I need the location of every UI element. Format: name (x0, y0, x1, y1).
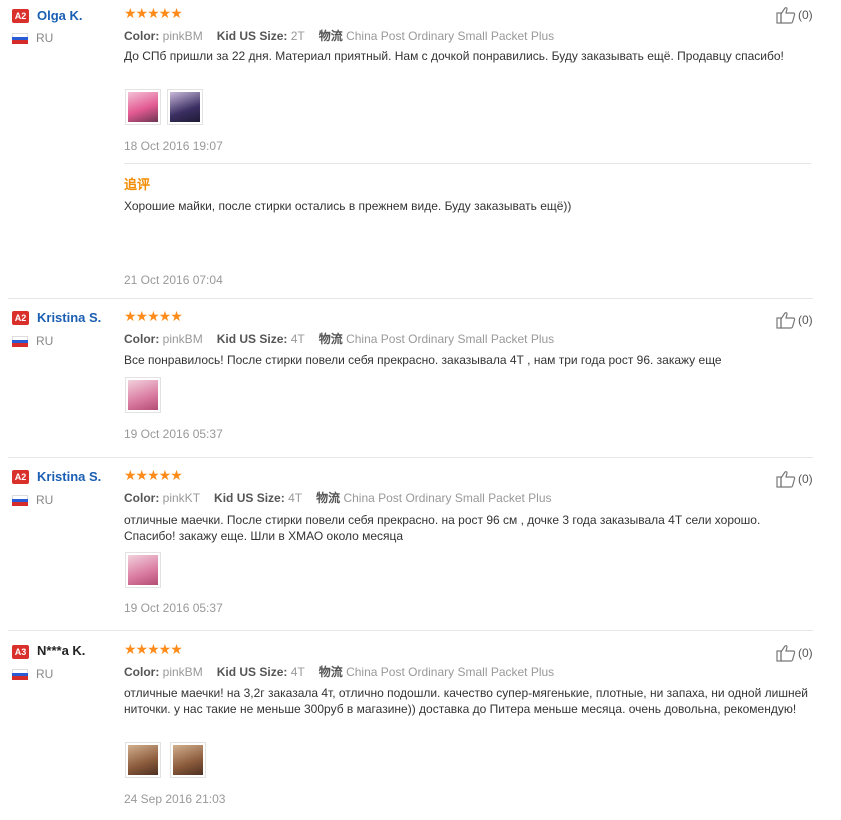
size-value: 4T (288, 491, 303, 505)
buyer-level-badge: A3 (12, 645, 29, 659)
russia-flag-icon (12, 336, 28, 347)
reviewer-name: N***a K. (37, 643, 86, 658)
color-label: Color: (124, 29, 160, 43)
order-info: Color: pinkBM Kid US Size: 4T 物流 China Pos… (124, 663, 554, 680)
shipping-value: China Post Ordinary Small Packet Plus (346, 665, 555, 679)
shipping-value: China Post Ordinary Small Packet Plus (346, 29, 555, 43)
review-date: 18 Oct 2016 19:07 (124, 139, 223, 153)
thumbs-up-icon (776, 312, 796, 329)
review-date: 19 Oct 2016 05:37 (124, 601, 223, 615)
size-label: Kid US Size: (216, 29, 288, 43)
review-photo-thumbnail[interactable] (125, 552, 161, 588)
reviewer-country: RU (36, 667, 54, 681)
shipping-label: 物流 (318, 332, 343, 346)
review-photo-thumbnail[interactable] (170, 742, 206, 778)
review-photo-thumbnail[interactable] (125, 742, 161, 778)
thumbs-up-icon (776, 645, 796, 662)
size-label: Kid US Size: (216, 665, 288, 679)
size-value: 2T (290, 29, 305, 43)
review-item: A2 Olga K. RU ★★★★★ Color: pinkBM Kid US … (0, 0, 841, 298)
size-value: 4T (290, 665, 305, 679)
shipping-value: China Post Ordinary Small Packet Plus (346, 332, 555, 346)
shipping-value: China Post Ordinary Small Packet Plus (343, 491, 552, 505)
helpful-button[interactable]: (0) (776, 470, 813, 488)
color-label: Color: (124, 332, 160, 346)
review-text: отличные маечки! на 3,2г заказала 4т, от… (124, 686, 808, 716)
helpful-button[interactable]: (0) (776, 644, 813, 662)
order-info: Color: pinkKT Kid US Size: 4T 物流 China Pos… (124, 489, 552, 506)
shipping-label: 物流 (316, 491, 341, 505)
color-label: Color: (124, 491, 160, 505)
reviewer-country: RU (36, 493, 54, 507)
review-item: A2 Kristina S. RU ★★★★★ Color: pinkKT Kid… (0, 459, 841, 629)
star-rating: ★★★★★ (124, 641, 183, 657)
review-item: A2 Kristina S. RU ★★★★★ Color: pinkBM Kid… (0, 300, 841, 456)
helpful-count: (0) (798, 646, 813, 660)
review-text: Все понравилось! После стирки повели себ… (124, 353, 722, 367)
review-photo-thumbnail[interactable] (167, 89, 203, 125)
russia-flag-icon (12, 669, 28, 680)
review-date: 19 Oct 2016 05:37 (124, 427, 223, 441)
reviewer-country: RU (36, 334, 54, 348)
color-label: Color: (124, 665, 160, 679)
star-rating: ★★★★★ (124, 467, 183, 483)
helpful-button[interactable]: (0) (776, 311, 813, 329)
helpful-count: (0) (798, 313, 813, 327)
thumbs-up-icon (776, 7, 796, 24)
review-text: До СПб пришли за 22 дня. Материал приятн… (124, 49, 784, 63)
color-value: pinkKT (162, 491, 201, 505)
divider (124, 163, 811, 164)
followup-label: 追评 (124, 177, 151, 192)
helpful-count: (0) (798, 472, 813, 486)
order-info: Color: pinkBM Kid US Size: 2T 物流 China Pos… (124, 27, 554, 44)
review-date: 24 Sep 2016 21:03 (124, 792, 226, 806)
helpful-count: (0) (798, 8, 813, 22)
russia-flag-icon (12, 495, 28, 506)
size-label: Kid US Size: (214, 491, 285, 505)
shipping-label: 物流 (318, 665, 343, 679)
followup-text: Хорошие майки, после стирки остались в п… (124, 199, 572, 213)
star-rating: ★★★★★ (124, 5, 183, 21)
buyer-level-badge: A2 (12, 9, 29, 23)
helpful-button[interactable]: (0) (776, 6, 813, 24)
review-divider (8, 298, 813, 299)
reviewer-country: RU (36, 31, 54, 45)
buyer-level-badge: A2 (12, 311, 29, 325)
followup-date: 21 Oct 2016 07:04 (124, 273, 223, 287)
review-photo-thumbnail[interactable] (125, 377, 161, 413)
buyer-level-badge: A2 (12, 470, 29, 484)
star-rating: ★★★★★ (124, 308, 183, 324)
review-photo-thumbnail[interactable] (125, 89, 161, 125)
reviewer-name[interactable]: Olga K. (37, 8, 83, 23)
russia-flag-icon (12, 33, 28, 44)
review-divider (8, 630, 813, 631)
review-item: A3 N***a K. RU ★★★★★ Color: pinkBM Kid US… (0, 632, 841, 820)
reviewer-name[interactable]: Kristina S. (37, 469, 101, 484)
size-label: Kid US Size: (216, 332, 288, 346)
thumbs-up-icon (776, 471, 796, 488)
order-info: Color: pinkBM Kid US Size: 4T 物流 China Pos… (124, 330, 554, 347)
review-divider (8, 457, 813, 458)
color-value: pinkBM (162, 665, 203, 679)
shipping-label: 物流 (318, 29, 343, 43)
review-text: отличные маечки. После стирки повели себ… (124, 513, 761, 543)
color-value: pinkBM (162, 332, 203, 346)
color-value: pinkBM (162, 29, 203, 43)
reviewer-name[interactable]: Kristina S. (37, 310, 101, 325)
size-value: 4T (290, 332, 305, 346)
